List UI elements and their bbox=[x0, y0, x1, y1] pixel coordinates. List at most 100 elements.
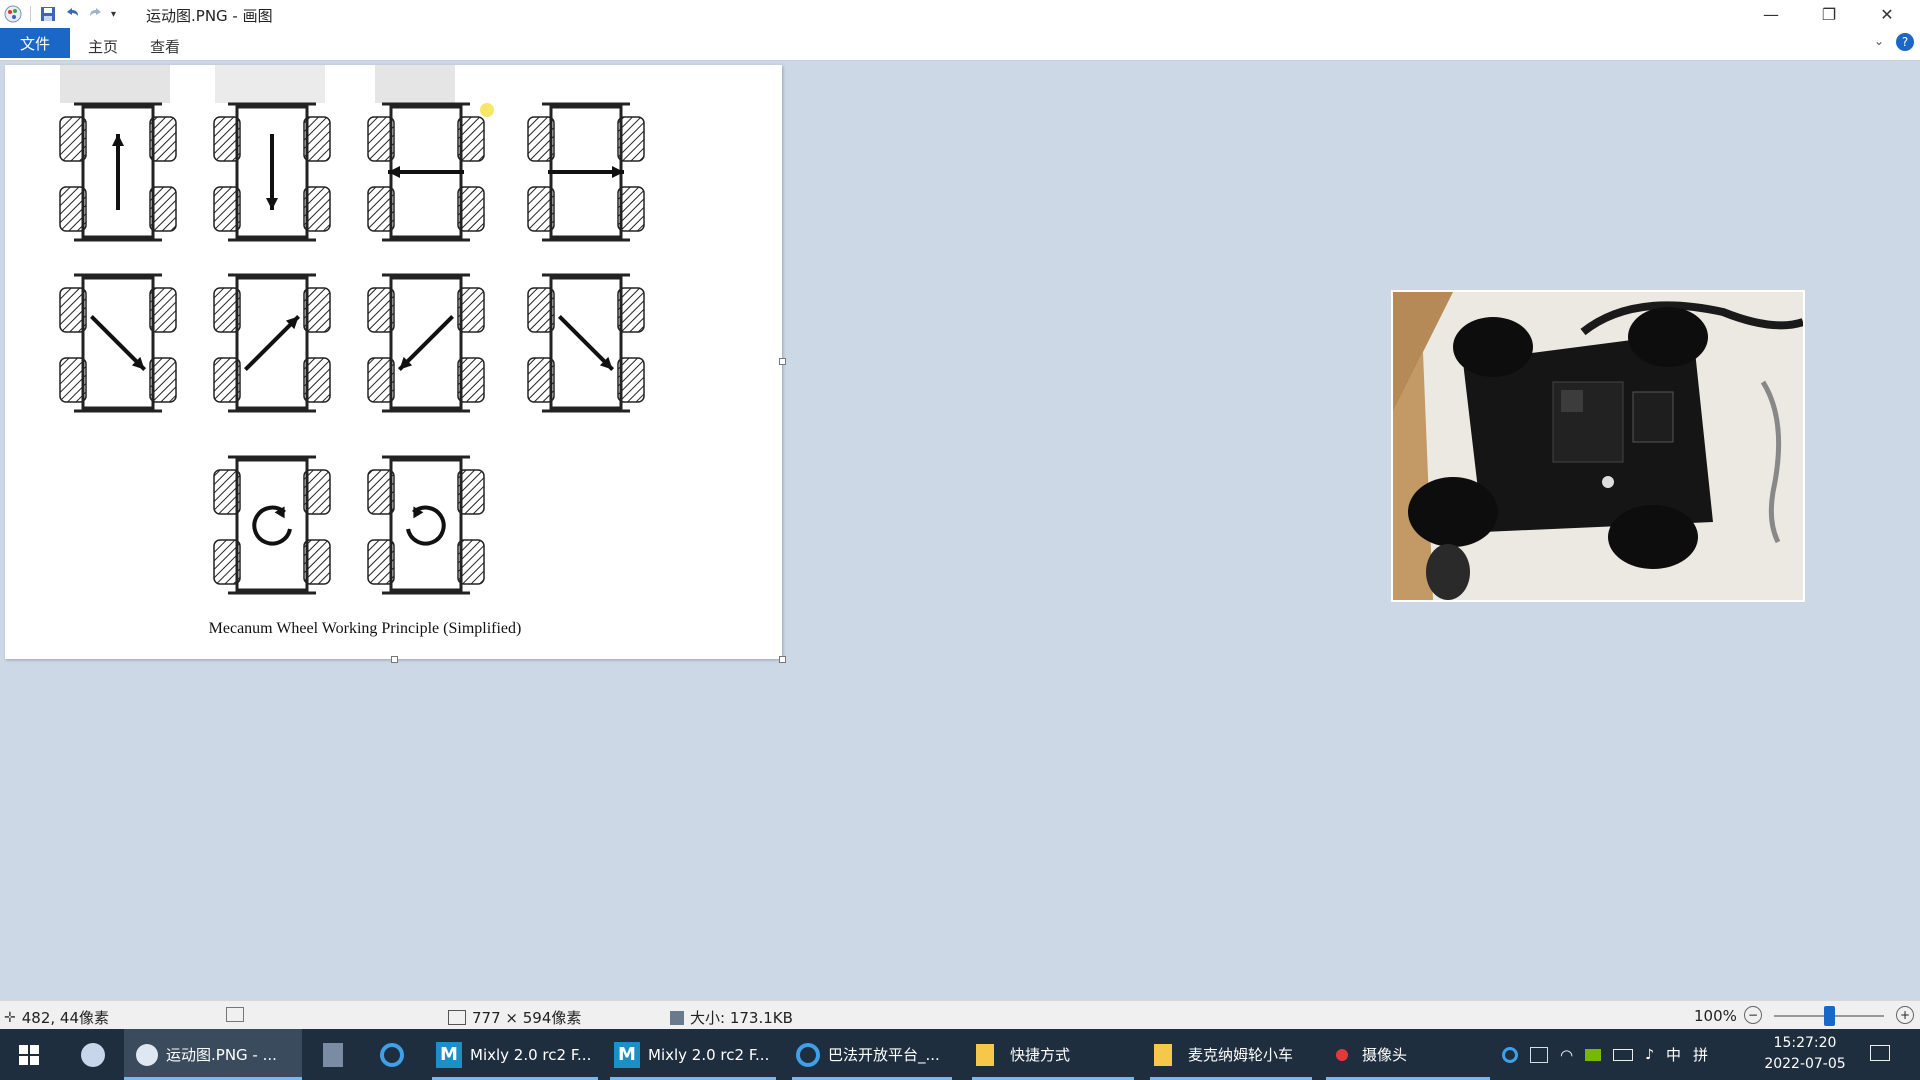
mecanum-wheel bbox=[149, 116, 177, 162]
resize-handle-right[interactable] bbox=[779, 358, 786, 365]
mecanum-wheel bbox=[457, 539, 485, 585]
mecanum-cell-7 bbox=[527, 273, 645, 413]
mixly-icon: M bbox=[614, 1041, 640, 1068]
mecanum-wheel bbox=[457, 469, 485, 515]
battery-icon[interactable] bbox=[1613, 1048, 1634, 1061]
ime-indicator[interactable]: 中 bbox=[1666, 1044, 1681, 1065]
mecanum-cell-2 bbox=[367, 102, 485, 242]
tab-view[interactable]: 查看 bbox=[150, 36, 180, 57]
ime-mode-indicator[interactable]: 拼 bbox=[1693, 1044, 1708, 1065]
window-title: 运动图.PNG - 画图 bbox=[146, 7, 273, 25]
mecanum-wheel bbox=[213, 469, 241, 515]
taskbar-calculator[interactable] bbox=[318, 1029, 348, 1080]
taskbar-item-mixly-1[interactable]: M Mixly 2.0 rc2 F... bbox=[432, 1029, 598, 1080]
mecanum-wheel bbox=[457, 186, 485, 232]
cortana-icon[interactable] bbox=[1502, 1046, 1518, 1063]
taskbar-item-paint[interactable]: 运动图.PNG - ... bbox=[124, 1029, 302, 1080]
mecanum-wheel bbox=[617, 116, 645, 162]
mecanum-wheel bbox=[213, 116, 241, 162]
mecanum-wheel bbox=[59, 186, 87, 232]
zoom-level: 100% bbox=[1694, 1007, 1737, 1025]
zoom-slider-thumb[interactable] bbox=[1824, 1006, 1835, 1026]
taskbar-item-label: 快捷方式 bbox=[1010, 1046, 1071, 1064]
mecanum-wheel bbox=[367, 469, 395, 515]
nvidia-icon[interactable] bbox=[1585, 1048, 1602, 1061]
title-bar: ▾ 运动图.PNG - 画图 — ❐ ✕ bbox=[0, 0, 1920, 28]
quick-access-toolbar: ▾ bbox=[4, 4, 116, 24]
mecanum-cell-1 bbox=[213, 102, 331, 242]
drawing-canvas[interactable]: Mecanum Wheel Working Principle (Simplif… bbox=[5, 65, 786, 663]
mecanum-cell-5 bbox=[213, 273, 331, 413]
redo-icon[interactable] bbox=[87, 5, 105, 23]
browser-icon bbox=[796, 1042, 820, 1067]
file-size: 大小: 173.1KB bbox=[670, 1007, 793, 1028]
ribbon-collapse-icon[interactable]: ⌄ bbox=[1874, 34, 1884, 48]
taskbar-item-mecanum-car[interactable]: 麦克纳姆轮小车 bbox=[1150, 1029, 1312, 1080]
camera-preview bbox=[1391, 290, 1805, 602]
mecanum-wheel bbox=[149, 287, 177, 333]
taskbar-paint-pinned[interactable] bbox=[70, 1029, 116, 1080]
mecanum-wheel bbox=[527, 287, 555, 333]
restore-button[interactable]: ❐ bbox=[1800, 0, 1858, 28]
mecanum-wheel bbox=[367, 539, 395, 585]
mecanum-wheel bbox=[303, 186, 331, 232]
minimize-button[interactable]: — bbox=[1742, 0, 1800, 28]
mecanum-wheel bbox=[149, 186, 177, 232]
mecanum-wheel bbox=[617, 186, 645, 232]
mecanum-wheel bbox=[527, 116, 555, 162]
taskbar-item-label: 麦克纳姆轮小车 bbox=[1188, 1046, 1294, 1064]
zoom-slider[interactable] bbox=[1774, 1006, 1884, 1026]
zoom-in-button[interactable]: + bbox=[1896, 1006, 1914, 1024]
start-button[interactable] bbox=[0, 1029, 58, 1080]
undo-icon[interactable] bbox=[63, 5, 81, 23]
notification-center-icon[interactable] bbox=[1870, 1045, 1890, 1061]
taskbar-browser[interactable] bbox=[372, 1029, 412, 1080]
taskbar-item-bafa[interactable]: 巴法开放平台_... bbox=[792, 1029, 952, 1080]
taskbar-item-label: 巴法开放平台_... bbox=[828, 1046, 940, 1064]
taskbar: 运动图.PNG - ... M Mixly 2.0 rc2 F... M Mix… bbox=[0, 1029, 1920, 1080]
mecanum-wheel bbox=[149, 357, 177, 403]
save-icon[interactable] bbox=[39, 5, 57, 23]
crosshair-icon: ✛ bbox=[4, 1009, 16, 1026]
mecanum-wheel bbox=[303, 116, 331, 162]
disk-icon bbox=[670, 1010, 684, 1025]
mecanum-wheel bbox=[303, 539, 331, 585]
customize-toolbar-icon[interactable]: ▾ bbox=[111, 9, 116, 20]
mecanum-cell-3 bbox=[527, 102, 645, 242]
mecanum-wheel bbox=[617, 357, 645, 403]
mecanum-wheel bbox=[367, 116, 395, 162]
mecanum-cell-8 bbox=[213, 455, 331, 595]
mecanum-wheel bbox=[527, 186, 555, 232]
folder-icon bbox=[976, 1043, 994, 1066]
mecanum-diagram bbox=[59, 65, 645, 595]
mecanum-wheel bbox=[457, 357, 485, 403]
tab-home[interactable]: 主页 bbox=[88, 36, 118, 57]
mecanum-wheel bbox=[367, 287, 395, 333]
volume-icon[interactable]: ♪ bbox=[1645, 1047, 1654, 1063]
resize-handle-corner[interactable] bbox=[779, 656, 786, 663]
tab-file[interactable]: 文件 bbox=[0, 28, 70, 58]
chassis bbox=[235, 458, 309, 592]
mecanum-wheel bbox=[59, 116, 87, 162]
paint-palette-icon bbox=[81, 1042, 105, 1067]
taskbar-item-mixly-2[interactable]: M Mixly 2.0 rc2 F... bbox=[610, 1029, 776, 1080]
wifi-icon[interactable]: ◠ bbox=[1560, 1046, 1573, 1064]
mecanum-wheel bbox=[213, 357, 241, 403]
taskbar-item-shortcuts[interactable]: 快捷方式 bbox=[972, 1029, 1134, 1080]
taskbar-item-camera[interactable]: 摄像头 bbox=[1326, 1029, 1490, 1080]
taskbar-item-label: Mixly 2.0 rc2 F... bbox=[470, 1045, 592, 1064]
mecanum-cell-4 bbox=[59, 273, 177, 413]
paint-app-icon[interactable] bbox=[4, 5, 22, 23]
resize-handle-bottom[interactable] bbox=[391, 656, 398, 663]
task-view-icon[interactable] bbox=[1530, 1046, 1548, 1063]
zoom-out-button[interactable]: − bbox=[1744, 1006, 1762, 1024]
mecanum-wheel bbox=[59, 287, 87, 333]
clock[interactable]: 15:27:20 2022-07-05 bbox=[1752, 1033, 1858, 1075]
clock-date: 2022-07-05 bbox=[1764, 1056, 1846, 1072]
image-dimensions: 777 × 594像素 bbox=[448, 1007, 581, 1028]
help-icon[interactable]: ? bbox=[1896, 33, 1914, 51]
taskbar-item-label: 摄像头 bbox=[1362, 1046, 1408, 1064]
mixly-icon: M bbox=[436, 1041, 462, 1068]
close-button[interactable]: ✕ bbox=[1858, 0, 1916, 28]
mecanum-wheel bbox=[367, 357, 395, 403]
